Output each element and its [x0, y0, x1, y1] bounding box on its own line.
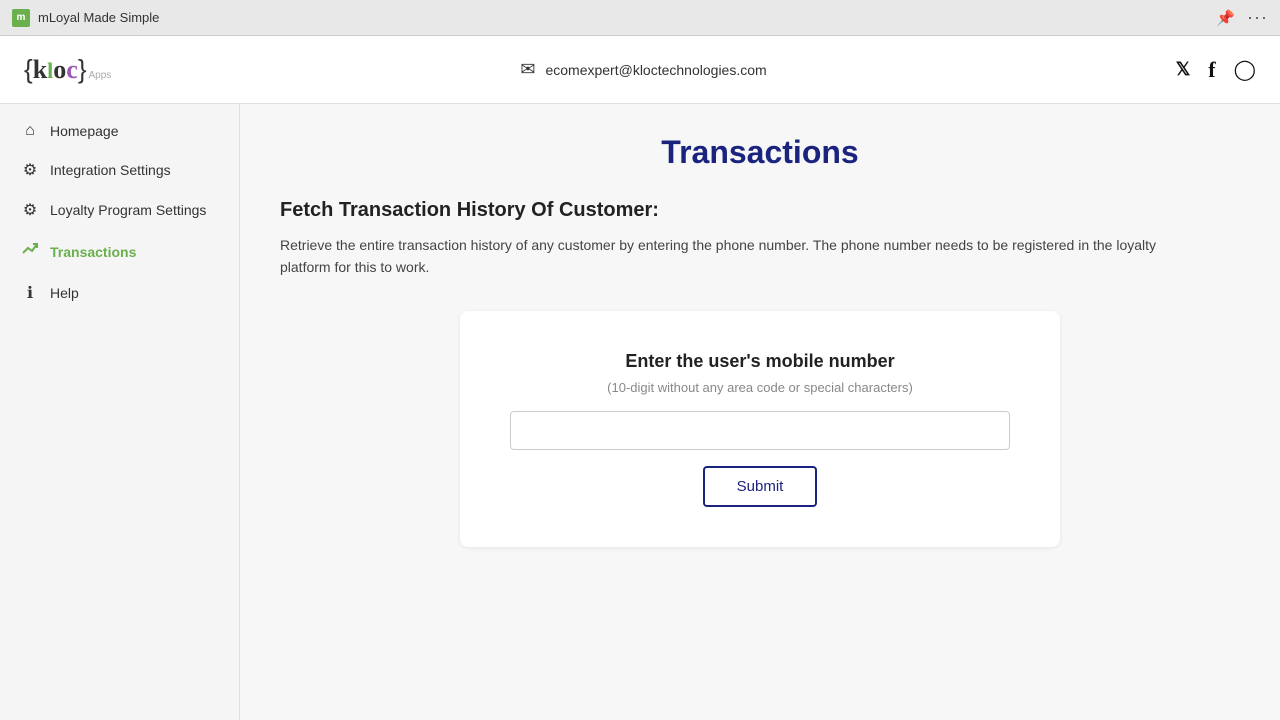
header-email-address: ecomexpert@kloctechnologies.com [545, 62, 766, 78]
twitter-icon[interactable]: 𝕏 [1176, 59, 1191, 80]
transactions-icon [20, 240, 40, 263]
logo-text: kloc [33, 55, 78, 85]
submit-button[interactable]: Submit [703, 466, 818, 507]
more-options-icon[interactable]: ··· [1247, 7, 1268, 28]
page-title: Transactions [280, 134, 1240, 171]
mobile-number-input[interactable] [510, 411, 1010, 450]
sidebar-label-homepage: Homepage [50, 123, 119, 139]
content-area: Transactions Fetch Transaction History O… [240, 104, 1280, 720]
help-icon: ℹ [20, 283, 40, 303]
card-title: Enter the user's mobile number [625, 351, 894, 372]
logo-close-bracket: } [78, 54, 87, 85]
browser-bar-right: 📌 ··· [1216, 7, 1268, 28]
home-icon: ⌂ [20, 122, 40, 140]
facebook-icon[interactable]: f [1208, 57, 1215, 83]
header-social-icons: 𝕏 f ◯ [1176, 57, 1256, 83]
logo-c: c [66, 55, 78, 84]
logo-k: k [33, 55, 47, 84]
gear-icon-loyalty: ⚙ [20, 200, 40, 220]
logo: { kloc } Apps [24, 54, 111, 85]
logo-apps: Apps [89, 70, 112, 81]
sidebar-item-help[interactable]: ℹ Help [0, 273, 239, 313]
logo-o: o [53, 55, 66, 84]
instagram-icon[interactable]: ◯ [1234, 57, 1256, 82]
pin-icon[interactable]: 📌 [1216, 9, 1235, 27]
main-layout: ⌂ Homepage ⚙ Integration Settings ⚙ Loya… [0, 104, 1280, 720]
header-email-container: ✉ ecomexpert@kloctechnologies.com [520, 59, 766, 80]
sidebar-item-homepage[interactable]: ⌂ Homepage [0, 112, 239, 150]
browser-favicon: m [12, 9, 30, 27]
sidebar-label-transactions: Transactions [50, 244, 136, 260]
sidebar-label-help: Help [50, 285, 79, 301]
card-subtitle: (10-digit without any area code or speci… [607, 380, 913, 395]
gear-icon-integration: ⚙ [20, 160, 40, 180]
app-header: { kloc } Apps ✉ ecomexpert@kloctechnolog… [0, 36, 1280, 104]
logo-open-bracket: { [24, 54, 33, 85]
sidebar-item-integration-settings[interactable]: ⚙ Integration Settings [0, 150, 239, 190]
sidebar: ⌂ Homepage ⚙ Integration Settings ⚙ Loya… [0, 104, 240, 720]
browser-bar-left: m mLoyal Made Simple [12, 9, 159, 27]
sidebar-label-loyalty-program-settings: Loyalty Program Settings [50, 202, 206, 218]
sidebar-label-integration-settings: Integration Settings [50, 162, 171, 178]
mobile-number-card: Enter the user's mobile number (10-digit… [460, 311, 1060, 547]
section-description: Retrieve the entire transaction history … [280, 234, 1180, 279]
browser-bar: m mLoyal Made Simple 📌 ··· [0, 0, 1280, 36]
section-heading: Fetch Transaction History Of Customer: [280, 199, 1240, 222]
sidebar-item-loyalty-program-settings[interactable]: ⚙ Loyalty Program Settings [0, 190, 239, 230]
email-icon: ✉ [520, 59, 535, 80]
sidebar-item-transactions[interactable]: Transactions [0, 230, 239, 273]
browser-title: mLoyal Made Simple [38, 10, 159, 25]
